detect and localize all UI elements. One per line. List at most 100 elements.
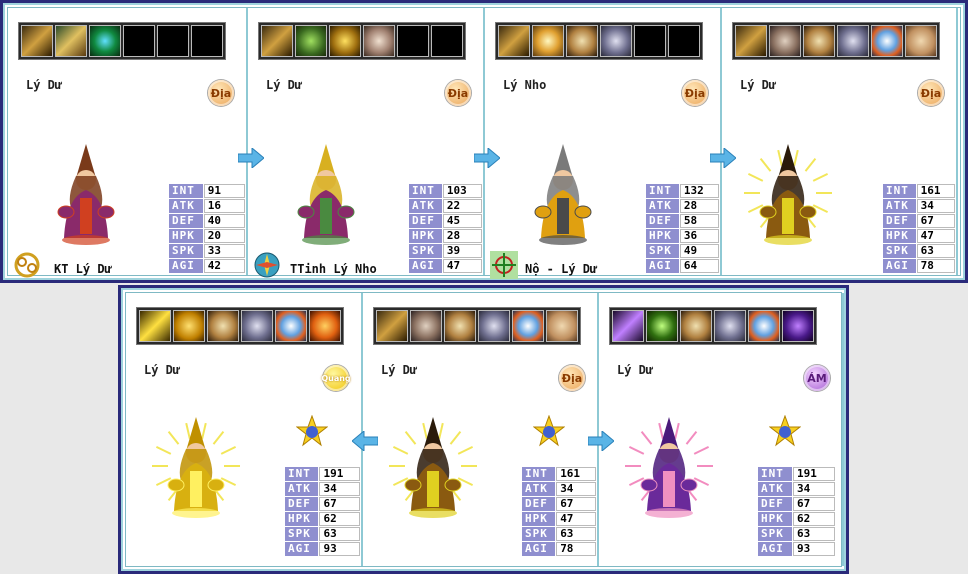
character-card-row2-3: Lý Dư ÁM INT 191 ATK 34 DEF 67 HPK 62 SPK 63 AGI 93 [599,293,844,566]
character-sprite [389,417,477,518]
drops-icon[interactable] [275,310,307,342]
sword-icon[interactable] [261,25,293,57]
stat-row: INT 191 [285,467,360,481]
hands-icon[interactable] [803,25,835,57]
devolve-arrow-icon [351,429,379,453]
character-portrait [276,138,376,252]
empty-skill-slot[interactable] [634,25,666,57]
pot-icon[interactable] [600,25,632,57]
stat-row: INT 132 [646,184,719,198]
empty-skill-slot[interactable] [191,25,223,57]
stat-row: ATK 34 [285,482,360,496]
stat-label: SPK [758,527,792,541]
stats-table: INT 161 ATK 34 DEF 67 HPK 47 SPK 63 AGI 78 [882,183,956,274]
stat-value: 78 [916,259,955,273]
pot-icon[interactable] [714,310,746,342]
yellow-orb-icon[interactable] [329,25,361,57]
sword-icon[interactable] [735,25,767,57]
elephant-icon[interactable] [769,25,801,57]
stat-row: DEF 40 [169,214,245,228]
star-rank-icon [768,414,802,447]
stat-row: ATK 34 [522,482,596,496]
dark-spear-icon[interactable] [612,310,644,342]
sword-icon[interactable] [498,25,530,57]
stat-label: AGI [285,542,319,556]
empty-skill-slot[interactable] [397,25,429,57]
element-badge: Địa [918,80,944,106]
stat-row: HPK 62 [758,512,835,526]
pot-icon[interactable] [837,25,869,57]
stat-label: HPK [409,229,442,243]
hands-icon[interactable] [566,25,598,57]
character-card-row1-2: Lý Dư Địa INT 103 ATK 22 DEF 45 HPK 28 SPK 39 AGI 47… [248,8,485,278]
character-portrait [619,411,719,525]
element-badge: ÁM [804,365,830,391]
stat-value: 161 [916,184,955,198]
stat-row: HPK 62 [285,512,360,526]
stat-value: 34 [916,199,955,213]
coin-icon[interactable] [173,310,205,342]
stat-value: 16 [203,199,245,213]
stat-label: INT [169,184,203,198]
stat-label: AGI [883,259,916,273]
evolution-chart-bottom: Lý Dư Quang INT 191 ATK 34 DEF 67 HPK 62 SPK 63 AGI… [118,285,849,574]
empty-skill-slot[interactable] [123,25,155,57]
skill-bar [136,307,344,345]
stat-row: INT 191 [758,467,835,481]
star-rank-icon [532,414,566,447]
stat-row: SPK 39 [409,244,482,258]
stat-row: DEF 67 [883,214,955,228]
evolve-arrow-icon [473,146,501,170]
empty-skill-slot[interactable] [668,25,700,57]
elephant-icon[interactable] [410,310,442,342]
empty-skill-slot[interactable] [157,25,189,57]
stat-value: 93 [793,542,835,556]
palm-icon[interactable] [546,310,578,342]
stat-row: SPK 33 [169,244,245,258]
hands-icon[interactable] [444,310,476,342]
hands-icon[interactable] [680,310,712,342]
stat-value: 91 [203,184,245,198]
stat-row: INT 161 [883,184,955,198]
element-badge: Quang [321,365,351,391]
stat-label: SPK [169,244,203,258]
drops-icon[interactable] [871,25,903,57]
stat-row: DEF 67 [758,497,835,511]
stats-table: INT 191 ATK 34 DEF 67 HPK 62 SPK 63 AGI 93 [757,466,836,557]
character-name: Lý Dư [617,363,654,377]
character-name: Lý Dư [26,78,63,92]
stat-value: 47 [556,512,596,526]
stat-value: 47 [442,259,482,273]
stat-label: DEF [169,214,203,228]
pot-icon[interactable] [478,310,510,342]
stat-row: ATK 34 [758,482,835,496]
knot-icon [12,250,42,280]
hands-icon[interactable] [207,310,239,342]
pot-icon[interactable] [241,310,273,342]
stat-label: ATK [522,482,556,496]
sword-icon[interactable] [376,310,408,342]
drops-icon[interactable] [512,310,544,342]
shield-icon[interactable] [295,25,327,57]
stat-value: 93 [319,542,360,556]
burst-icon[interactable] [532,25,564,57]
evolution-chart-top: Lý Dư Địa INT 91 ATK 16 DEF 40 HPK 20 SPK 33 AGI 42 K… [0,0,968,283]
green-burst-icon[interactable] [646,310,678,342]
orb-icon[interactable] [89,25,121,57]
empty-skill-slot[interactable] [431,25,463,57]
stat-value: 45 [442,214,482,228]
lightning-icon[interactable] [139,310,171,342]
stat-row: INT 91 [169,184,245,198]
palm-icon[interactable] [905,25,937,57]
dark-ex-icon[interactable] [782,310,814,342]
ex-icon[interactable] [309,310,341,342]
spear-icon[interactable] [55,25,87,57]
evolve-arrow-icon [709,146,737,170]
character-card-row2-1: Lý Dư Quang INT 191 ATK 34 DEF 67 HPK 62 SPK 63 AGI… [126,293,363,566]
buff-icon[interactable] [363,25,395,57]
stat-row: AGI 47 [409,259,482,273]
stat-label: DEF [646,214,679,228]
sword-icon[interactable] [21,25,53,57]
drops-icon[interactable] [748,310,780,342]
stat-value: 33 [203,244,245,258]
